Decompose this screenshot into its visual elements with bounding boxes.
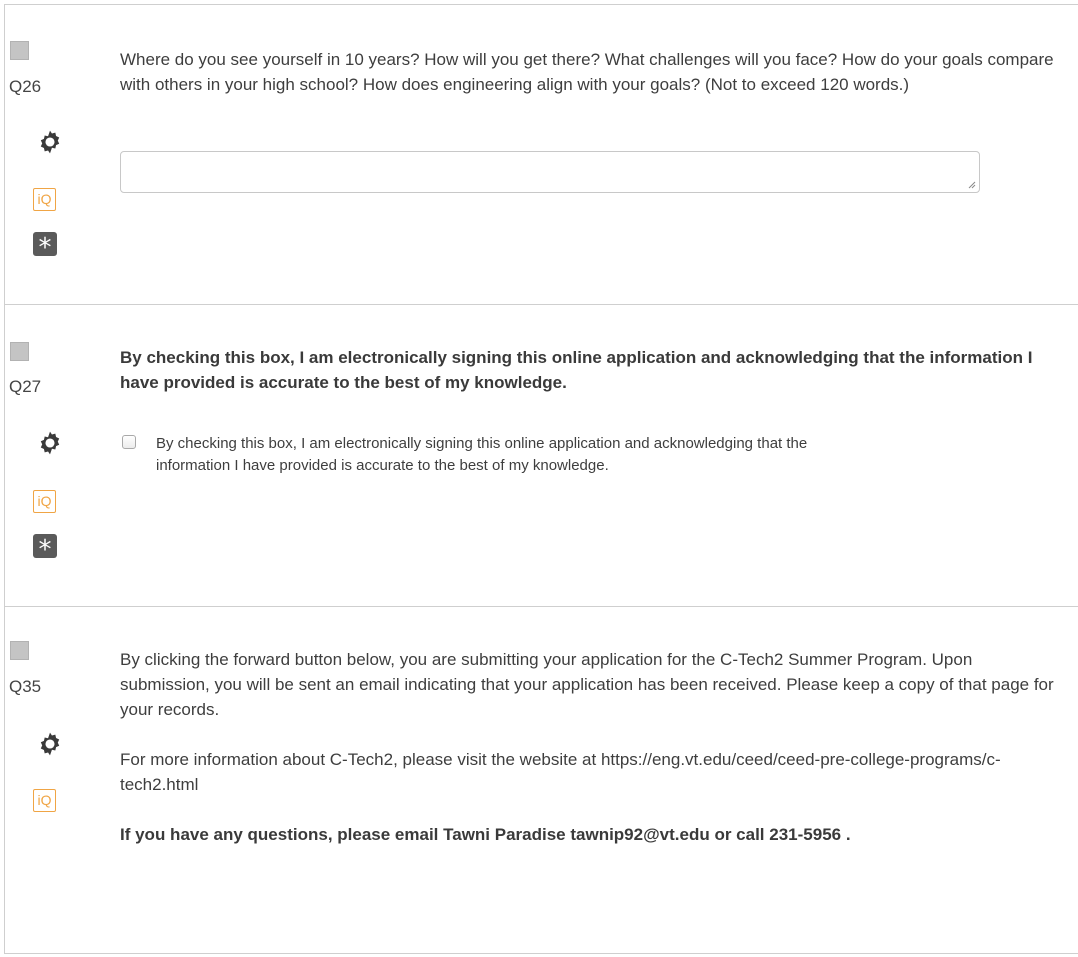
question-block-q27[interactable]: Q27 iQ * By checking this box, I am elec… [5, 305, 1078, 607]
question-content: By checking this box, I am electronicall… [120, 345, 1055, 395]
gear-icon[interactable] [37, 731, 63, 757]
question-number: Q35 [9, 677, 42, 696]
gear-icon[interactable] [37, 430, 63, 456]
question-content: By clicking the forward button below, yo… [120, 647, 1055, 847]
required-icon[interactable]: * [33, 232, 57, 263]
survey-editor: Q26 iQ * Where do you see yourself in 10… [4, 4, 1078, 954]
iq-icon[interactable]: iQ [33, 789, 56, 812]
choice-checkbox[interactable] [122, 435, 136, 449]
question-content: Where do you see yourself in 10 years? H… [120, 47, 1055, 97]
question-select-checkbox[interactable] [10, 641, 29, 660]
required-icon[interactable]: * [33, 534, 57, 565]
iq-icon[interactable]: iQ [33, 188, 56, 211]
question-number: Q27 [9, 377, 42, 396]
question-text: Where do you see yourself in 10 years? H… [120, 50, 1054, 94]
website-paragraph: For more information about C-Tech2, plea… [120, 750, 1001, 794]
question-block-q35[interactable]: Q35 iQ By clicking the forward button be… [5, 607, 1078, 955]
question-select-checkbox[interactable] [10, 342, 29, 361]
question-text: By checking this box, I am electronicall… [120, 348, 1033, 392]
contact-paragraph: If you have any questions, please email … [120, 825, 851, 844]
description-paragraph: By clicking the forward button below, yo… [120, 650, 1054, 719]
answer-textarea[interactable] [120, 151, 980, 193]
question-number: Q26 [9, 77, 42, 96]
iq-icon[interactable]: iQ [33, 490, 56, 513]
resize-grip-icon[interactable] [968, 181, 976, 189]
question-block-q26[interactable]: Q26 iQ * Where do you see yourself in 10… [5, 5, 1078, 305]
choice-label[interactable]: By checking this box, I am electronicall… [156, 433, 856, 477]
gear-icon[interactable] [37, 129, 63, 155]
question-select-checkbox[interactable] [10, 41, 29, 60]
